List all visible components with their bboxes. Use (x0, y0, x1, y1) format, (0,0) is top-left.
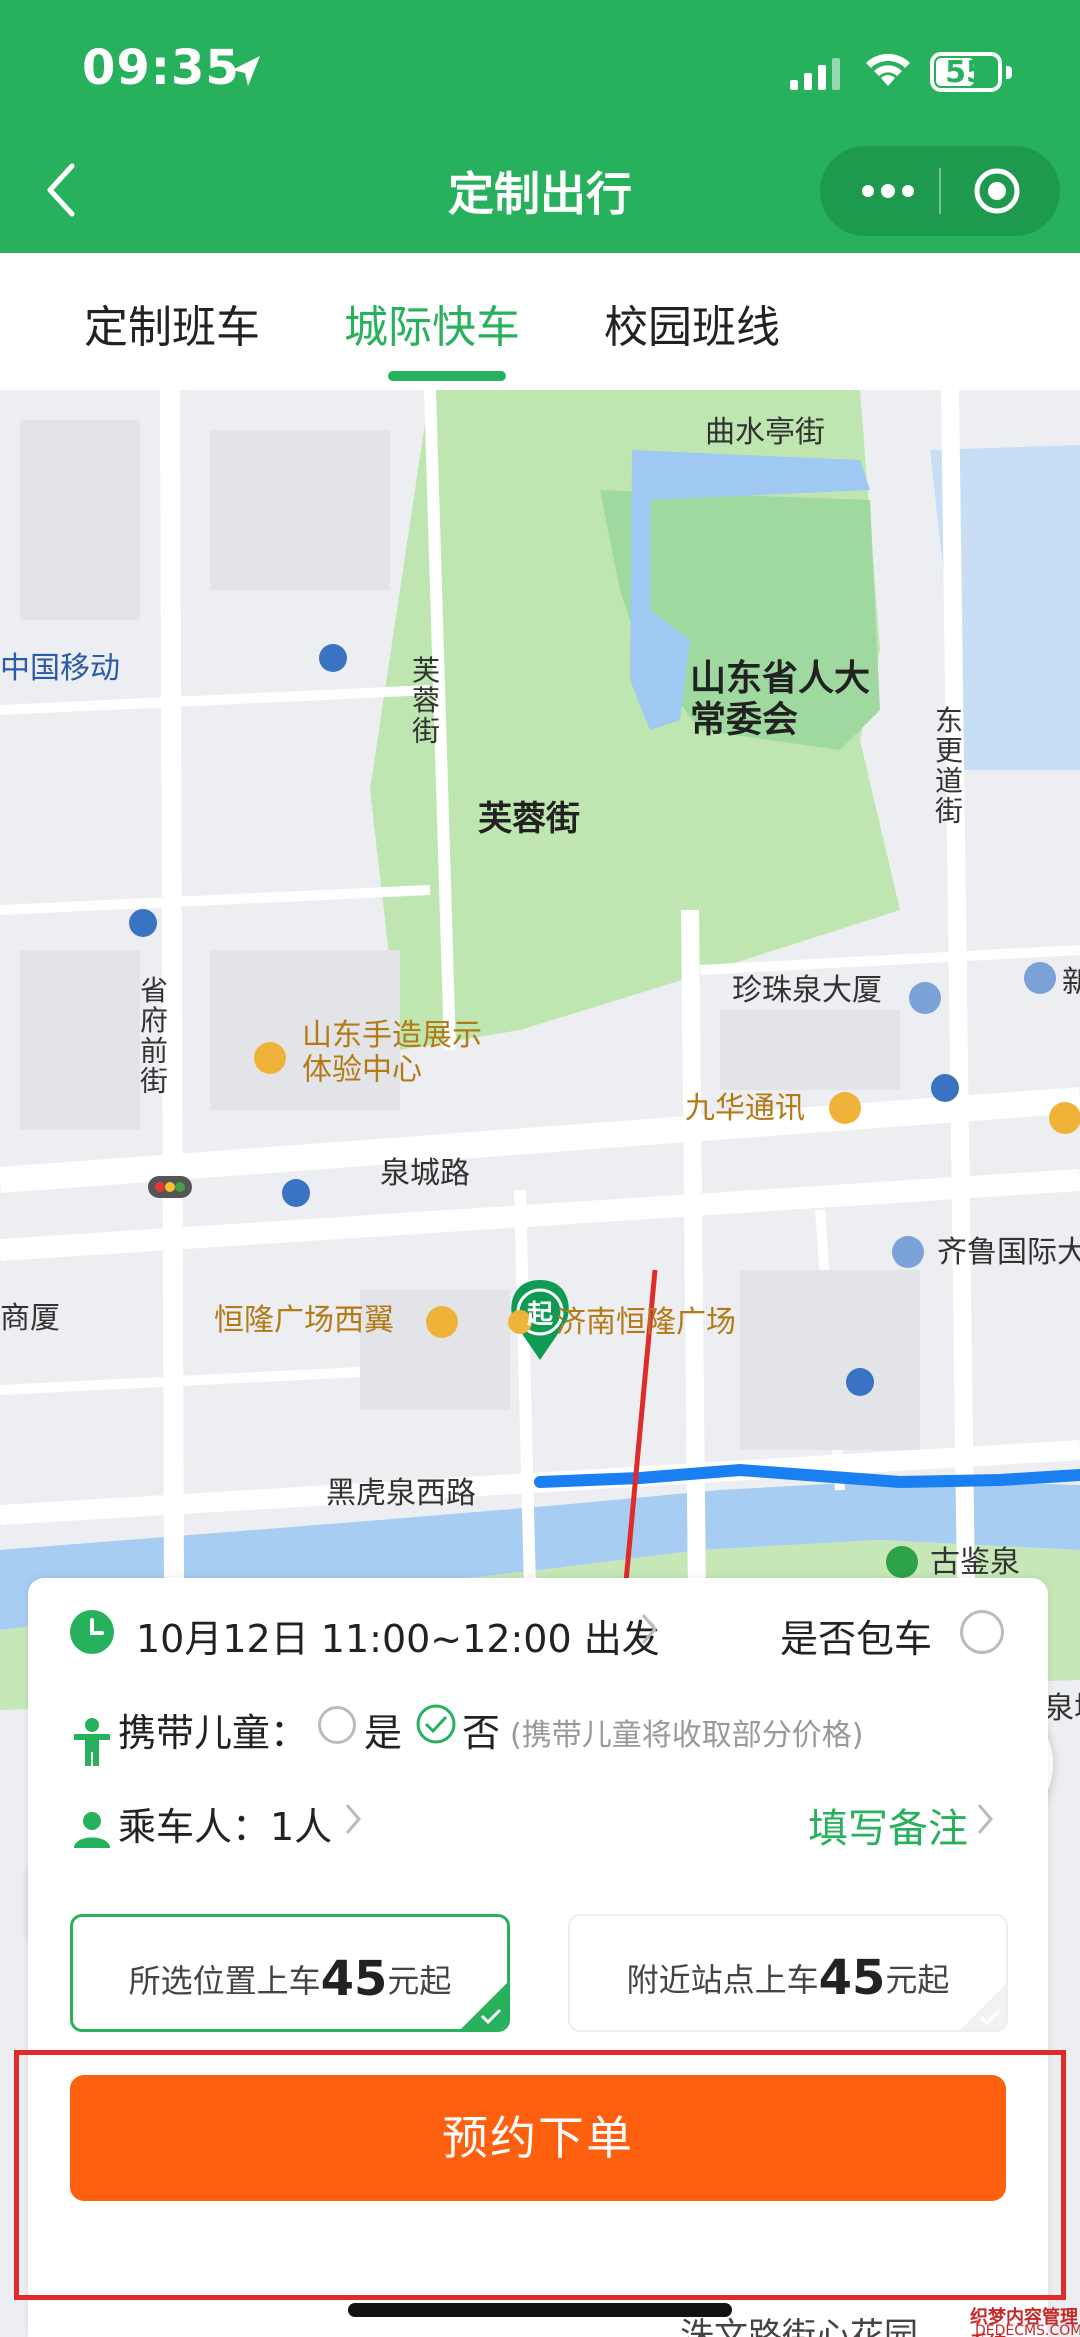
check-icon (979, 2009, 1001, 2026)
child-icon (74, 1718, 110, 1766)
tab-campus-line[interactable]: 校园班线 (604, 291, 780, 355)
start-marker-label: 起 (527, 1299, 554, 1329)
add-note-link[interactable]: 填写备注 (808, 1796, 968, 1854)
map-label: 省府前街 (140, 975, 168, 1097)
location-arrow-icon (232, 56, 260, 86)
charter-label: 是否包车 (780, 1617, 933, 1661)
map-label: 珍珠泉大厦 (732, 974, 882, 1007)
option-prefix: 所选位置上车 (128, 1962, 321, 2000)
tab-custom-shuttle[interactable]: 定制班车 (84, 291, 260, 355)
cellular-signal-icon (790, 58, 840, 90)
map-label: 商厦 (0, 1302, 60, 1335)
chevron-right-icon[interactable] (344, 1802, 362, 1836)
map-label: 古鉴泉 (930, 1546, 1020, 1579)
battery-level: 55 (945, 55, 987, 90)
map-label: 济南恒隆广场 (556, 1306, 736, 1339)
status-time: 09:35 (82, 40, 240, 96)
top-bar: 09:35 55 定制出行 (0, 0, 1080, 253)
check-icon (480, 2008, 502, 2025)
active-tab-indicator (388, 371, 506, 381)
child-fee-note: (携带儿童将收取部分价格) (510, 1718, 864, 1753)
map-label: 山东手造展示体验中心 (302, 1019, 482, 1087)
departure-time[interactable]: 10月12日 11:00~12:00 出发 (136, 1608, 660, 1663)
pickup-option-nearby-station[interactable]: 附近站点上车45元起 (568, 1914, 1008, 2032)
map-label: 齐鲁国际大 (937, 1236, 1080, 1269)
map-label: 泉城 (1044, 1692, 1080, 1725)
passenger-count[interactable]: 乘车人：1人 (118, 1796, 332, 1851)
chevron-right-icon[interactable] (976, 1802, 994, 1836)
child-no-label[interactable]: 否 (462, 1702, 500, 1757)
map-label: 中国移动 (0, 652, 120, 685)
option-price: 45 (320, 1951, 388, 2007)
wifi-icon (866, 53, 910, 86)
home-indicator[interactable] (348, 2303, 732, 2317)
annotation-highlight-box (14, 2050, 1066, 2300)
child-no-radio-checked[interactable] (416, 1704, 456, 1744)
tab-intercity-express[interactable]: 城际快车 (344, 291, 520, 355)
map-label: 黑虎泉西路 (326, 1477, 476, 1510)
map-label: 泉城路 (380, 1157, 470, 1190)
option-suffix: 元起 (387, 1962, 452, 2000)
map-label: 曲水亭街 (705, 416, 825, 449)
pickup-option-selected-location[interactable]: 所选位置上车45元起 (70, 1914, 510, 2032)
more-options-icon[interactable] (858, 176, 918, 206)
miniprogram-capsule (820, 146, 1060, 236)
child-yes-radio[interactable] (318, 1706, 356, 1744)
child-label: 携带儿童： (118, 1711, 309, 1755)
person-icon (74, 1812, 110, 1848)
map-label: 芙蓉街 (412, 655, 440, 746)
map-label: 东更道街 (935, 705, 963, 827)
map-label: 新 (1062, 966, 1080, 999)
close-miniprogram-icon[interactable] (972, 166, 1022, 216)
option-price: 45 (818, 1950, 886, 2006)
battery-icon: 55 (930, 52, 1012, 92)
map-label: 恒隆广场西翼 (214, 1304, 394, 1337)
map-label: 芙蓉街 (478, 800, 580, 838)
chevron-right-icon[interactable] (640, 1612, 658, 1646)
clock-icon (70, 1610, 114, 1654)
charter-radio[interactable] (960, 1610, 1004, 1654)
child-yes-label[interactable]: 是 (364, 1702, 402, 1757)
tab-bar: 定制班车 城际快车 校园班线 (0, 253, 1080, 390)
option-suffix: 元起 (885, 1961, 950, 1999)
map-label: 九华通讯 (685, 1092, 805, 1125)
watermark-sub: DEDECMS.COM (975, 2323, 1080, 2337)
option-prefix: 附近站点上车 (626, 1961, 819, 1999)
